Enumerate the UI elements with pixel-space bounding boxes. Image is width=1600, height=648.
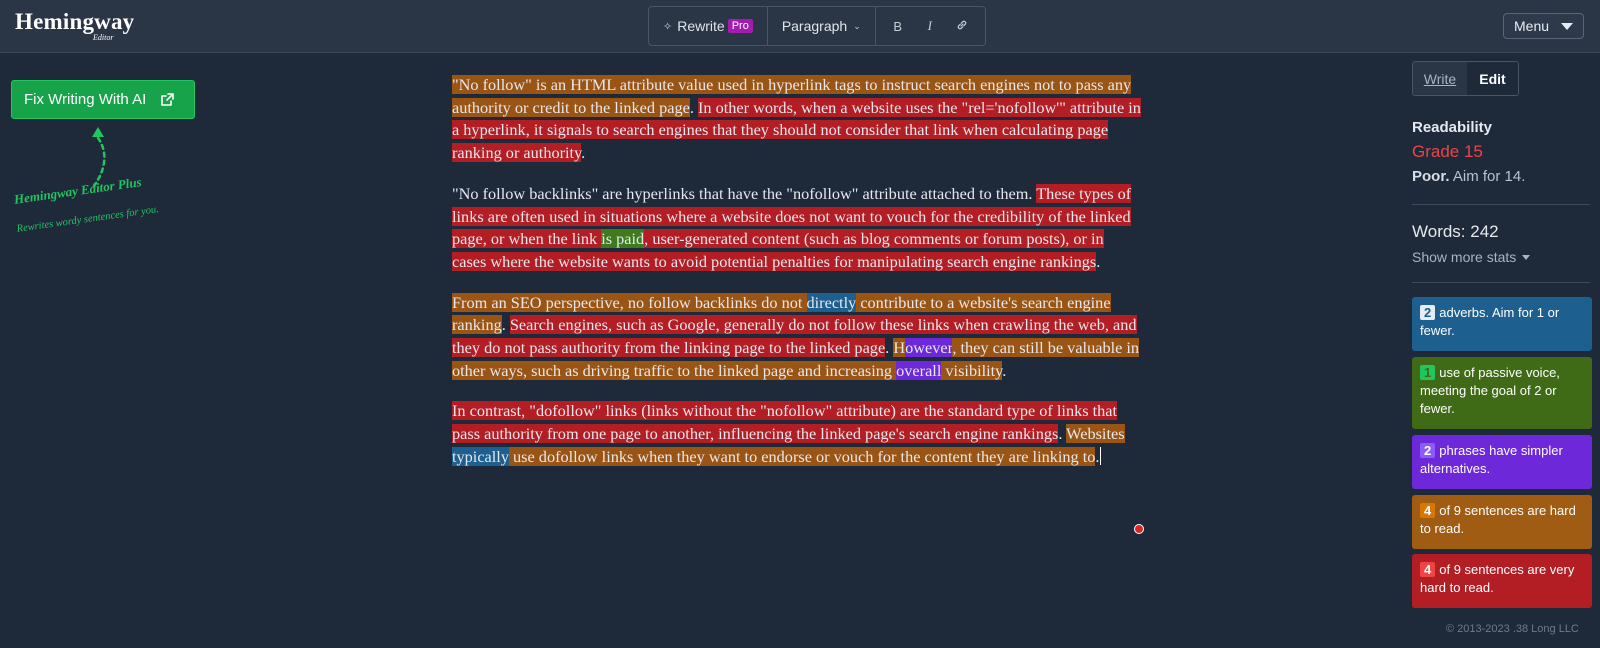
promo-title: Hemingway Editor Plus [13,174,143,207]
fix-writing-label: Fix Writing With AI [24,91,147,108]
word-count: Words: 242 [1412,222,1499,241]
divider [1412,204,1590,205]
readability-heading: Readability [1412,119,1493,136]
caret-down-icon [1561,22,1573,30]
paragraph-dropdown[interactable]: Paragraph ⌄ [768,7,875,45]
adverbs-card[interactable]: 2 adverbs. Aim for 1 or fewer. [1412,297,1592,351]
adverb-highlight[interactable]: directly [806,292,857,312]
passive-voice-highlight[interactable]: is paid [601,229,645,249]
bold-icon[interactable]: B [882,19,914,34]
paragraph-label: Paragraph [781,18,848,34]
plain-text: . [1002,360,1007,380]
grade-level: Grade 15 [1412,142,1483,161]
plain-text: . [1058,424,1067,444]
edit-mode-tab[interactable]: Edit [1467,62,1518,95]
verdict-label: Poor. [1412,168,1450,185]
adverbs-text: adverbs. Aim for 1 or fewer. [1420,305,1560,338]
show-more-stats-toggle[interactable]: Show more stats [1412,249,1588,265]
hard-sentence-highlight[interactable]: visibility [941,360,1003,380]
sparkle-icon: ✧ [663,20,673,33]
very-hard-sentence-highlight[interactable]: In contrast, "dofollow" links (links wit… [452,401,1118,444]
simpler-text: phrases have simpler alternatives. [1420,443,1563,476]
write-mode-tab[interactable]: Write [1413,62,1467,95]
show-more-label: Show more stats [1412,249,1517,265]
passive-count: 1 [1420,365,1436,380]
app-logo[interactable]: Hemingway Editor [15,9,135,42]
top-bar: Hemingway Editor ✧ Rewrite Pro Paragraph… [0,0,1600,53]
hard-sentence-highlight[interactable]: Websites [1066,424,1125,444]
plain-text: . [581,143,586,163]
hard-sentence-highlight[interactable]: H [893,338,906,358]
passive-text: use of passive voice, meeting the goal o… [1420,365,1560,416]
divider [1412,282,1590,283]
paragraph-2: "No follow backlinks" are hyperlinks tha… [452,183,1142,274]
simpler-alternatives-card[interactable]: 2 phrases have simpler alternatives. [1412,435,1592,489]
mode-toggle: Write Edit [1412,61,1519,96]
text-cursor [1099,446,1101,465]
rewrite-label: Rewrite [677,18,725,34]
passive-voice-card[interactable]: 1 use of passive voice, meeting the goal … [1412,357,1592,429]
editor-text-area[interactable]: "No follow" is an HTML attribute value u… [452,74,1142,487]
external-link-icon [161,93,175,106]
rewrite-button[interactable]: ✧ Rewrite Pro [649,7,767,45]
menu-label: Menu [1514,18,1550,34]
editor-plus-promo: Hemingway Editor Plus Rewrites wordy sen… [12,120,212,250]
logo-subtitle: Editor [93,33,114,42]
italic-icon[interactable]: I [914,18,946,34]
copyright-footer: © 2013-2023 .38 Long LLC [1446,623,1579,635]
menu-button[interactable]: Menu [1503,13,1584,39]
very-hard-text: of 9 sentences are very hard to read. [1420,562,1575,595]
hard-sentence-highlight[interactable]: use dofollow links when they want to end… [508,446,1096,466]
plain-text: . [689,97,698,117]
promo-subtitle: Rewrites wordy sentences for you. [16,204,160,235]
simpler-count: 2 [1420,443,1436,458]
simpler-alternative-highlight[interactable]: overall [896,360,942,380]
format-toolbar: ✧ Rewrite Pro Paragraph ⌄ B I [648,6,986,46]
hard-text: of 9 sentences are hard to read. [1420,503,1576,536]
paragraph-3: From an SEO perspective, no follow backl… [452,292,1142,383]
chevron-down-icon: ⌄ [853,20,861,31]
very-hard-count: 4 [1420,562,1436,577]
caret-down-icon [1522,254,1531,260]
link-icon[interactable] [946,19,978,34]
hard-sentences-card[interactable]: 4 of 9 sentences are hard to read. [1412,495,1592,549]
hard-count: 4 [1420,503,1436,518]
adverbs-count: 2 [1420,305,1436,320]
readability-verdict: Poor. Aim for 14. [1412,168,1588,185]
logo-wordmark: Hemingway [15,9,135,34]
paragraph-4: In contrast, "dofollow" links (links wit… [452,400,1142,468]
very-hard-sentences-card[interactable]: 4 of 9 sentences are very hard to read. [1412,554,1592,608]
error-marker-dot[interactable] [1134,524,1144,534]
pro-badge: Pro [727,19,753,33]
adverb-highlight[interactable]: typically [452,446,509,466]
verdict-aim: Aim for 14. [1452,168,1526,185]
plain-text: "No follow backlinks" are hyperlinks tha… [452,183,1037,203]
plain-text: . [1096,251,1101,271]
simpler-alternative-highlight[interactable]: owever [905,338,953,358]
paragraph-1: "No follow" is an HTML attribute value u… [452,74,1142,165]
hard-sentence-highlight[interactable]: From an SEO perspective, no follow backl… [452,292,807,312]
fix-writing-ai-button[interactable]: Fix Writing With AI [11,80,195,119]
plain-text: . [501,315,510,335]
